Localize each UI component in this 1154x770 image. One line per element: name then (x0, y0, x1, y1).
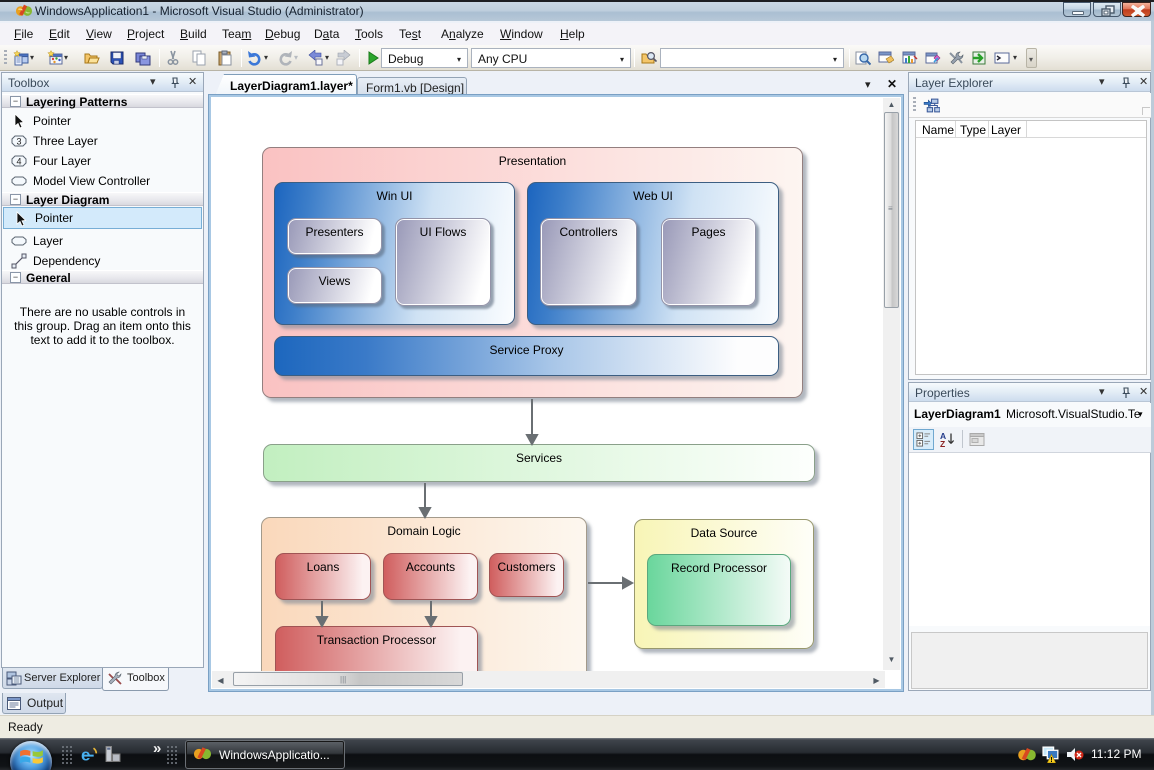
svg-text:3: 3 (16, 137, 21, 147)
svg-text:!: ! (1050, 755, 1052, 763)
svg-text:4: 4 (16, 157, 21, 167)
svg-text:Z: Z (940, 439, 945, 448)
